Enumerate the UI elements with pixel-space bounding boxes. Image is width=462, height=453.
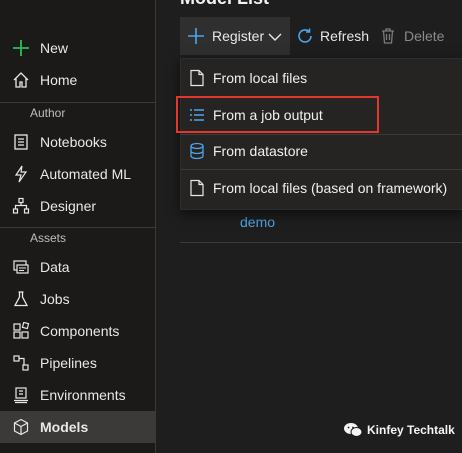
section-label-assets: Assets [30, 231, 67, 245]
notebook-icon [12, 133, 30, 151]
plus-icon [12, 39, 30, 57]
sidebar-item-components[interactable]: Components [0, 315, 155, 347]
sidebar-item-label: Jobs [40, 291, 70, 307]
sidebar-item-label: Pipelines [40, 355, 97, 371]
designer-icon [12, 197, 30, 215]
register-button[interactable]: Register [180, 17, 290, 55]
refresh-label: Refresh [320, 28, 370, 44]
environments-icon [12, 386, 30, 404]
file-icon [189, 179, 205, 197]
sidebar-item-label: Home [40, 72, 78, 88]
sidebar-item-label: Environments [40, 387, 126, 403]
menu-item-from-local-files-framework[interactable]: From local files (based on framework) [181, 170, 462, 206]
cube-icon [12, 418, 30, 436]
sidebar-item-label: Components [40, 323, 120, 339]
sidebar-divider [0, 102, 155, 103]
sidebar-item-label: New [40, 40, 69, 56]
menu-item-label: From local files (based on framework) [213, 180, 448, 196]
menu-item-from-local-files[interactable]: From local files [181, 60, 462, 96]
delete-label: Delete [404, 28, 445, 44]
sidebar-item-data[interactable]: Data [0, 251, 155, 283]
wechat-logo-icon [343, 422, 363, 438]
menu-item-label: From datastore [213, 143, 308, 159]
sidebar-item-models[interactable]: Models [0, 411, 155, 443]
components-icon [12, 322, 30, 340]
datastore-icon [189, 142, 205, 160]
chevron-down-icon [268, 30, 282, 46]
plus-icon [187, 27, 205, 48]
model-name-link[interactable]: demo [240, 214, 275, 230]
refresh-icon [296, 27, 314, 45]
pipelines-icon [12, 354, 30, 372]
watermark: Kinfey Techtalk [343, 422, 455, 438]
menu-item-from-datastore[interactable]: From datastore [181, 133, 462, 169]
sidebar-item-label: Notebooks [40, 134, 107, 150]
delete-button[interactable]: Delete [380, 17, 444, 55]
sidebar-item-notebooks[interactable]: Notebooks [0, 126, 155, 158]
sidebar-divider [0, 227, 155, 228]
sidebar-item-automated-ml[interactable]: Automated ML [0, 158, 155, 190]
trash-icon [380, 27, 396, 45]
refresh-button[interactable]: Refresh [296, 17, 369, 55]
table-row-divider [180, 242, 462, 243]
sidebar-item-home[interactable]: Home [0, 64, 155, 96]
automl-icon [12, 165, 30, 183]
section-label-author: Author [30, 106, 66, 120]
sidebar-item-label: Automated ML [40, 166, 132, 182]
sidebar-item-pipelines[interactable]: Pipelines [0, 347, 155, 379]
sidebar-item-label: Data [40, 259, 70, 275]
menu-item-label: From local files [213, 70, 308, 86]
sidebar-item-label: Designer [40, 198, 97, 214]
menu-item-label: From a job output [213, 107, 323, 123]
file-icon [189, 69, 205, 87]
register-dropdown-menu: From local files From a job output From … [180, 58, 462, 210]
data-icon [12, 258, 30, 276]
menu-item-from-job-output[interactable]: From a job output [181, 97, 462, 133]
flask-icon [12, 290, 30, 308]
sidebar: New Home Author Notebooks Automated ML D… [0, 0, 156, 453]
register-label: Register [212, 28, 265, 44]
sidebar-item-label: Models [40, 419, 89, 435]
sidebar-item-designer[interactable]: Designer [0, 190, 155, 222]
sidebar-item-jobs[interactable]: Jobs [0, 283, 155, 315]
list-icon [189, 106, 205, 124]
home-icon [12, 71, 30, 89]
watermark-text: Kinfey Techtalk [367, 423, 455, 437]
sidebar-item-environments[interactable]: Environments [0, 379, 155, 411]
page-title: Model List [180, 0, 269, 9]
sidebar-item-new[interactable]: New [0, 32, 155, 64]
